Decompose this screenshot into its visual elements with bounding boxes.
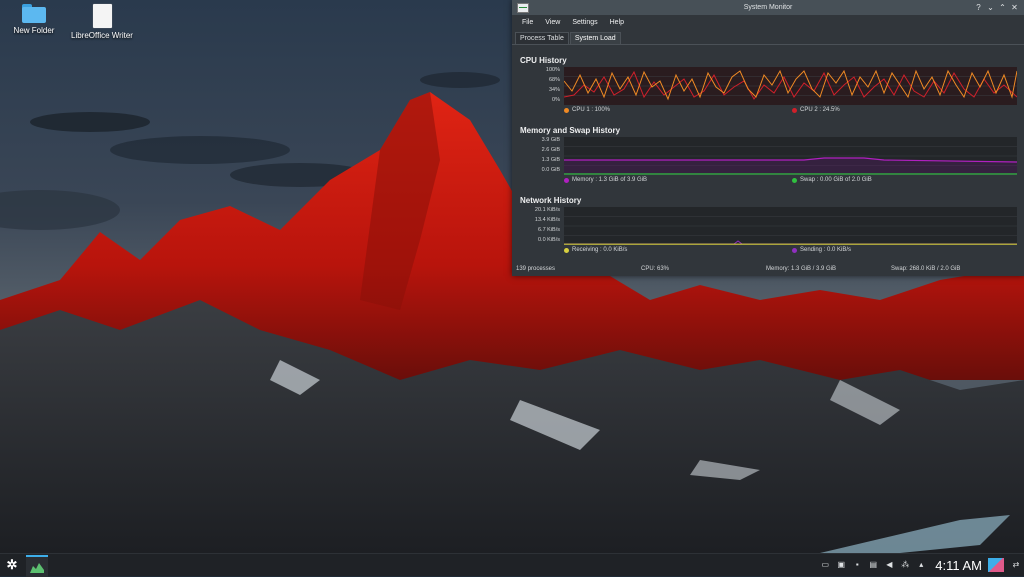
folder-icon — [22, 4, 46, 23]
receiving-legend-label: Receiving : 0.0 KiB/s — [572, 247, 628, 253]
menu-file[interactable]: File — [516, 19, 539, 26]
close-button[interactable]: ✕ — [1010, 3, 1019, 12]
memory-legend: Memory : 1.3 GiB of 3.9 GiB — [564, 177, 647, 183]
sending-legend-swatch — [792, 247, 797, 253]
desktop-icon-libreoffice-writer[interactable]: LibreOffice Writer — [65, 4, 139, 40]
cpu-ytick: 100% — [545, 67, 560, 73]
cpu1-legend-label: CPU 1 : 100% — [572, 107, 611, 113]
lock-icon[interactable]: ▪ — [852, 560, 862, 570]
status-swap: Swap: 268.0 KiB / 2.0 GiB — [891, 266, 961, 272]
memory-history-title: Memory and Swap History — [520, 126, 621, 135]
memory-ytick: 3.9 GiB — [541, 137, 560, 143]
status-bar: 139 processes CPU: 63% Memory: 1.3 GiB /… — [512, 262, 1024, 276]
network-graph — [564, 207, 1017, 245]
menu-bar: File View Settings Help — [512, 15, 1024, 30]
help-button[interactable]: ? — [974, 3, 983, 12]
kde-launcher-icon[interactable]: ✲ — [4, 557, 20, 573]
volume-icon[interactable]: ◀ — [884, 560, 894, 570]
cpu-history-title: CPU History — [520, 56, 567, 65]
cpu-ytick: 34% — [548, 87, 560, 93]
cpu1-legend: CPU 1 : 100% — [564, 107, 610, 113]
task-system-monitor[interactable] — [26, 555, 48, 577]
network-ytick: 0.0 KiB/s — [537, 237, 560, 243]
status-cpu: CPU: 63% — [641, 266, 670, 272]
receiving-legend: Receiving : 0.0 KiB/s — [564, 247, 627, 253]
system-monitor-icon[interactable] — [517, 2, 529, 13]
cpu-y-axis: 100% 68% 34% 0% — [516, 67, 560, 105]
memory-legend-label: Memory : 1.3 GiB of 3.9 GiB — [572, 177, 648, 183]
clipboard-icon[interactable]: ▤ — [868, 560, 878, 570]
system-monitor-task-icon — [30, 563, 44, 573]
cpu2-legend-swatch — [792, 107, 797, 113]
network-ytick: 20.1 KiB/s — [534, 207, 560, 213]
cpu2-legend-label: CPU 2 : 24.5% — [800, 107, 840, 113]
network-history-title: Network History — [520, 196, 582, 205]
maximize-button[interactable]: ⌃ — [998, 3, 1007, 12]
memory-ytick: 0.0 GiB — [541, 167, 560, 173]
tab-bar: Process Table System Load — [512, 30, 1024, 45]
document-icon — [92, 4, 112, 28]
memory-graph — [564, 137, 1017, 175]
menu-help[interactable]: Help — [604, 19, 630, 26]
memory-ytick: 1.3 GiB — [541, 157, 560, 163]
clock[interactable]: 4:11 AM — [935, 558, 982, 573]
desktop-icon-label: LibreOffice Writer — [71, 31, 133, 40]
tab-process-table[interactable]: Process Table — [515, 32, 569, 44]
status-processes: 139 processes — [516, 266, 556, 272]
taskbar-panel: ✲ ▭ ▣ ▪ ▤ ◀ ⁂ ▴ 4:11 AM ⇄ — [0, 553, 1024, 577]
swap-legend: Swap : 0.00 GiB of 2.0 GiB — [792, 177, 872, 183]
tab-system-load[interactable]: System Load — [569, 32, 621, 44]
display-icon[interactable]: ▭ — [820, 560, 830, 570]
memory-y-axis: 3.9 GiB 2.6 GiB 1.3 GiB 0.0 GiB — [516, 137, 560, 175]
window-title: System Monitor — [743, 4, 793, 11]
cpu2-legend: CPU 2 : 24.5% — [792, 107, 840, 113]
network-ytick: 6.7 KiB/s — [537, 227, 560, 233]
sending-legend-label: Sending : 0.0 KiB/s — [800, 247, 852, 253]
sending-legend: Sending : 0.0 KiB/s — [792, 247, 851, 253]
memory-ytick: 2.6 GiB — [541, 147, 560, 153]
desktop-icon-label: New Folder — [13, 26, 55, 35]
cpu1-legend-swatch — [564, 107, 569, 113]
window-titlebar[interactable]: System Monitor ? ⌄ ⌃ ✕ — [512, 0, 1024, 15]
menu-settings[interactable]: Settings — [566, 19, 603, 26]
network-y-axis: 20.1 KiB/s 13.4 KiB/s 6.7 KiB/s 0.0 KiB/… — [516, 207, 560, 245]
desktop-icon-new-folder[interactable]: New Folder — [0, 4, 71, 35]
receiving-legend-swatch — [564, 247, 569, 253]
swap-legend-swatch — [792, 177, 797, 183]
system-tray: ▭ ▣ ▪ ▤ ◀ ⁂ ▴ 4:11 AM ⇄ — [817, 554, 1024, 576]
swap-legend-label: Swap : 0.00 GiB of 2.0 GiB — [800, 177, 872, 183]
network-ytick: 13.4 KiB/s — [534, 217, 560, 223]
minimize-button[interactable]: ⌄ — [986, 3, 995, 12]
panel-settings-icon[interactable]: ⇄ — [1011, 560, 1021, 570]
cpu-ytick: 0% — [552, 97, 560, 103]
virtual-desktop-pager[interactable] — [988, 558, 1004, 572]
network-icon[interactable]: ⁂ — [900, 560, 910, 570]
status-memory: Memory: 1.3 GiB / 3.9 GiB — [766, 266, 837, 272]
menu-view[interactable]: View — [539, 19, 566, 26]
memory-legend-swatch — [564, 177, 569, 183]
cpu-graph — [564, 67, 1017, 105]
system-monitor-window: System Monitor ? ⌄ ⌃ ✕ File View Setting… — [512, 0, 1024, 276]
expand-tray-icon[interactable]: ▴ — [916, 560, 926, 570]
device-icon[interactable]: ▣ — [836, 560, 846, 570]
sending-series — [564, 240, 1017, 245]
cpu-ytick: 68% — [548, 77, 560, 83]
